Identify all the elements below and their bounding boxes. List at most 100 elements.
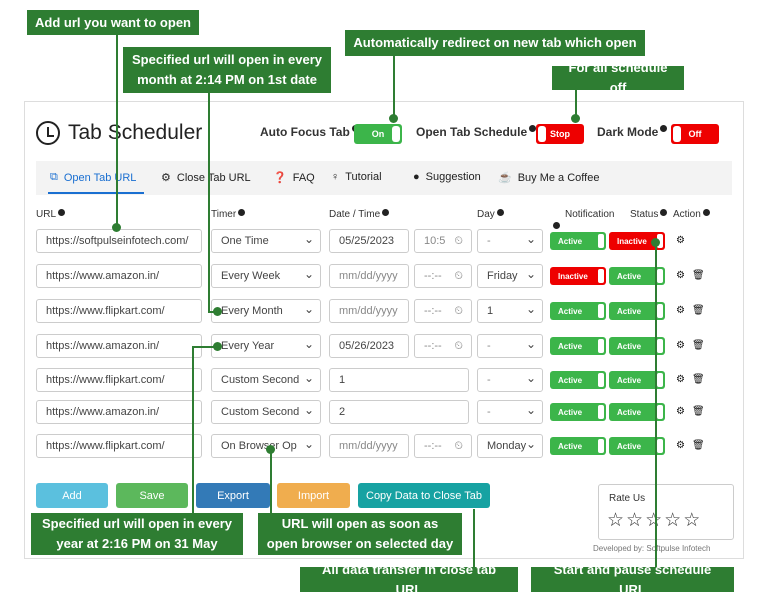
tab-close-tab-url[interactable]: ⚙ Close Tab URL [161,171,251,185]
date-input[interactable]: mm/dd/yyyy [329,299,409,323]
notification-toggle[interactable]: Active [550,232,606,250]
header-action: Action [673,209,710,220]
info-icon [660,209,668,216]
notification-toggle[interactable]: Active [550,302,606,320]
timer-select[interactable]: Every Month [211,299,321,323]
connector-line [393,56,395,120]
connector-dot [213,342,222,351]
trash-icon[interactable]: 🗑 [692,305,705,316]
url-input[interactable]: https://www.flipkart.com/ [36,368,202,392]
star-icon[interactable]: ☆ [683,510,702,531]
timer-select[interactable]: Every Year [211,334,321,358]
gear-icon[interactable]: ⚙ [676,340,685,351]
tab-buy-me-a-coffee[interactable]: ☕ Buy Me a Coffee [498,171,599,185]
trash-icon[interactable]: 🗑 [692,406,705,417]
url-input[interactable]: https://softpulseinfotech.com/ [36,229,202,253]
gear-icon[interactable]: ⚙ [676,305,685,316]
star-icon[interactable]: ☆ [607,510,626,531]
url-input[interactable]: https://www.amazon.in/ [36,334,202,358]
url-input[interactable]: https://www.flipkart.com/ [36,434,202,458]
url-input[interactable]: https://www.amazon.in/ [36,264,202,288]
tab-tutorial[interactable]: ♀ Tutorial [331,171,382,183]
export-button[interactable]: Export [196,483,270,508]
trash-icon[interactable]: 🗑 [692,440,705,451]
tab-suggestion[interactable]: ● Suggestion [413,171,481,183]
connector-line [473,509,475,567]
notification-toggle[interactable]: Active [550,437,606,455]
day-select[interactable]: Friday [477,264,543,288]
header-status: Status [630,209,668,220]
app-title: Tab Scheduler [36,121,202,145]
star-icon[interactable]: ☆ [664,510,683,531]
notification-toggle[interactable]: Active [550,337,606,355]
tab-open-tab-url[interactable]: ⧉ Open Tab URL [50,171,136,184]
timer-select[interactable]: Custom Second [211,368,321,392]
day-select[interactable]: - [477,334,543,358]
star-icon[interactable]: ☆ [626,510,645,531]
day-select[interactable]: - [477,229,543,253]
seconds-input[interactable]: 2 [329,400,469,424]
dark-mode-toggle[interactable]: Off [671,124,719,144]
connector-line [116,35,118,227]
trash-icon[interactable]: 🗑 [692,340,705,351]
time-input[interactable]: --:-- ⏲ [414,334,472,358]
connector-dot [213,307,222,316]
header-timer: Timer [211,209,246,220]
date-input[interactable]: 05/25/2023 [329,229,409,253]
info-icon [702,209,710,216]
header-day: Day [477,209,504,220]
add-button[interactable]: Add [36,483,108,508]
info-icon [238,209,246,216]
gear-icon[interactable]: ⚙ [676,235,685,246]
date-input[interactable]: 05/26/2023 [329,334,409,358]
notification-toggle[interactable]: Active [550,371,606,389]
developer-credit: Developed by: Softpulse Infotech [593,544,711,553]
open-tab-schedule-toggle[interactable]: Stop [536,124,584,144]
seconds-input[interactable]: 1 [329,368,469,392]
notification-toggle[interactable]: Active [550,403,606,421]
clock-icon: ⏲ [454,269,463,282]
callout-schedule-off: For all schedule off [552,60,684,95]
tab-faq[interactable]: ❓ FAQ [273,171,315,185]
header-url: URL [36,209,66,220]
coffee-icon: ☕ [498,172,512,184]
connector-line [655,242,657,567]
import-button[interactable]: Import [277,483,350,508]
day-select[interactable]: - [477,368,543,392]
clock-icon: ⏲ [454,234,463,247]
lightbulb-icon: ♀ [331,171,340,183]
day-select[interactable]: Monday [477,434,543,458]
clock-icon: ⏲ [454,439,463,452]
callout-transfer: All data transfer in close tab URL [300,562,518,597]
question-icon: ❓ [273,172,287,184]
trash-icon[interactable]: 🗑 [692,270,705,281]
date-input[interactable]: mm/dd/yyyy [329,434,409,458]
day-select[interactable]: 1 [477,299,543,323]
url-input[interactable]: https://www.flipkart.com/ [36,299,202,323]
gear-icon[interactable]: ⚙ [676,270,685,281]
time-input[interactable]: --:-- ⏲ [414,434,472,458]
day-select[interactable]: - [477,400,543,424]
notification-toggle[interactable]: Inactive [550,267,606,285]
save-button[interactable]: Save [116,483,188,508]
gear-icon[interactable]: ⚙ [676,406,685,417]
callout-add-url: Add url you want to open [27,10,199,35]
callout-browser-open: URL will open as soon as open browser on… [258,513,462,555]
url-input[interactable]: https://www.amazon.in/ [36,400,202,424]
copy-data-button[interactable]: Copy Data to Close Tab [358,483,490,508]
info-icon [58,209,66,216]
timer-select[interactable]: Custom Second [211,400,321,424]
time-input[interactable]: --:-- ⏲ [414,264,472,288]
gear-icon[interactable]: ⚙ [676,374,685,385]
timer-select[interactable]: One Time [211,229,321,253]
gear-icon[interactable]: ⚙ [676,440,685,451]
connector-line [192,347,194,513]
timer-select[interactable]: Every Week [211,264,321,288]
auto-focus-toggle[interactable]: On [354,124,402,144]
rate-us-label: Rate Us [609,493,646,504]
date-input[interactable]: mm/dd/yyyy [329,264,409,288]
time-input[interactable]: --:-- ⏲ [414,299,472,323]
time-input[interactable]: 10:5 ⏲ [414,229,472,253]
clock-icon: ⏲ [454,339,463,352]
trash-icon[interactable]: 🗑 [692,374,705,385]
